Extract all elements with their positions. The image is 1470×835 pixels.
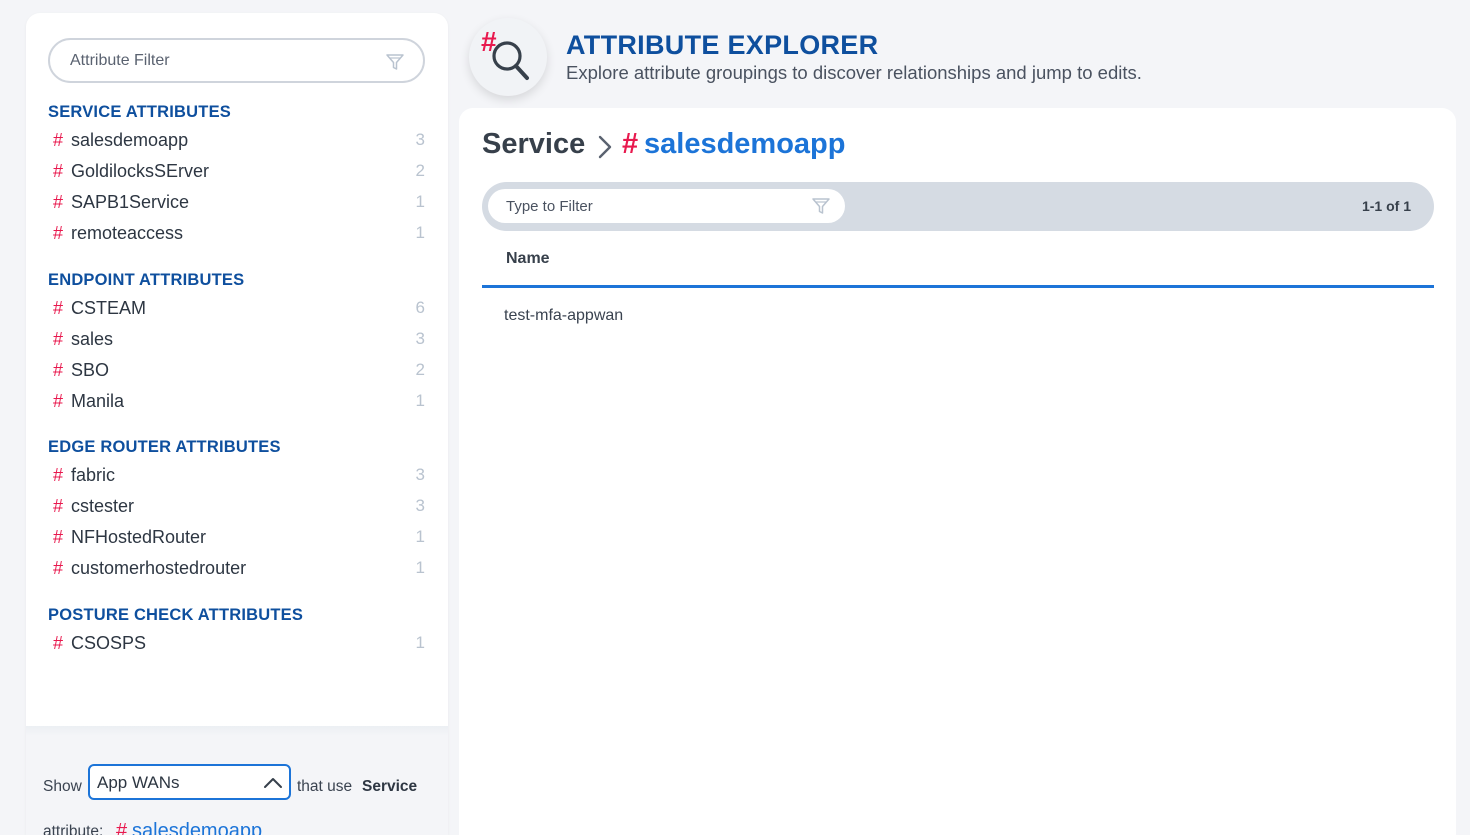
attribute-item[interactable]: # Manila 1 [48,385,426,416]
attribute-item[interactable]: # salesdemoapp 3 [48,124,426,155]
hash-icon: # [53,329,64,349]
table-row[interactable]: test-mfa-appwan [482,298,1434,334]
hash-icon: # [53,223,64,243]
posture-check-attributes-group: POSTURE CHECK ATTRIBUTES # CSOSPS 1 [48,603,426,658]
selected-attribute-name: salesdemoapp [132,820,263,835]
attribute-detail-panel: Service # salesdemoapp 1-1 of 1 Name tes… [459,108,1456,835]
hash-icon: # [481,26,497,57]
hash-icon: # [53,130,64,150]
group-title: EDGE ROUTER ATTRIBUTES [48,438,281,456]
attribute-item[interactable]: # SAPB1Service 1 [48,186,426,217]
attribute-count: 2 [415,161,425,180]
attribute-type-label: Service [362,778,418,795]
table-header: Name [482,246,1434,288]
table-filter-input[interactable] [506,197,796,215]
hash-icon: # [53,633,64,653]
attribute-name: salesdemoapp [71,130,189,150]
attribute-count: 2 [415,360,425,379]
hash-icon: # [116,820,128,835]
sidebar-footer: Show App WANs that use Service attribute… [26,726,448,835]
attribute-name: Manila [71,391,125,411]
attribute-sidebar: SERVICE ATTRIBUTES # salesdemoapp 3 # Go… [26,13,448,835]
attribute-item[interactable]: # CSTEAM 6 [48,292,426,323]
attribute-count: 1 [415,633,425,652]
attribute-count: 1 [415,223,425,242]
funnel-icon[interactable] [385,52,405,72]
pagination-count: 1-1 of 1 [1361,198,1411,214]
page-subtitle: Explore attribute groupings to discover … [566,62,1142,83]
footer-divider [26,726,448,736]
attribute-name: sales [71,329,114,349]
attribute-item[interactable]: # cstester 3 [48,490,426,521]
edge-router-attributes-group: EDGE ROUTER ATTRIBUTES # fabric 3 # cste… [48,435,426,583]
hash-icon: # [622,128,639,160]
chevron-up-icon[interactable] [263,776,283,790]
attribute-count: 1 [415,527,425,546]
show-label: Show [43,778,82,795]
group-title: POSTURE CHECK ATTRIBUTES [48,606,304,624]
attribute-label: attribute: [43,823,104,835]
breadcrumb-attribute: salesdemoapp [644,128,846,160]
column-header-name[interactable]: Name [506,250,550,268]
attribute-count: 3 [415,496,425,515]
attribute-name: fabric [71,465,116,485]
hash-icon: # [53,558,64,578]
hash-icon: # [53,465,64,485]
that-use-label: that use [297,778,353,795]
attribute-item[interactable]: # sales 3 [48,323,426,354]
attribute-item[interactable]: # SBO 2 [48,354,426,385]
attribute-filter-input[interactable] [70,51,370,71]
attribute-explorer-logo: # [469,18,547,96]
attribute-name: customerhostedrouter [71,558,247,578]
table-filter-field[interactable] [488,189,845,223]
attribute-name: SBO [71,360,110,380]
attribute-item[interactable]: # customerhostedrouter 1 [48,552,426,583]
attribute-name: CSTEAM [71,298,147,318]
attribute-count: 3 [415,329,425,348]
group-title: SERVICE ATTRIBUTES [48,103,231,121]
hash-icon: # [53,298,64,318]
attribute-count: 1 [415,391,425,410]
relation-type-value: App WANs [97,773,180,792]
attribute-name: SAPB1Service [71,192,190,212]
attribute-name: CSOSPS [71,633,147,653]
attribute-count: 1 [415,192,425,211]
attribute-count: 3 [415,465,425,484]
table-toolbar: 1-1 of 1 [482,182,1434,231]
chevron-right-icon [598,135,612,159]
attribute-item[interactable]: # NFHostedRouter 1 [48,521,426,552]
attribute-count: 6 [415,298,425,317]
endpoint-attributes-group: ENDPOINT ATTRIBUTES # CSTEAM 6 # sales 3… [48,268,426,416]
attribute-item[interactable]: # GoldilocksSErver 2 [48,155,426,186]
group-title: ENDPOINT ATTRIBUTES [48,271,245,289]
attribute-item[interactable]: # CSOSPS 1 [48,627,426,658]
funnel-icon[interactable] [811,196,831,216]
hash-icon: # [53,192,64,212]
attribute-name: cstester [71,496,135,516]
hash-icon: # [53,360,64,380]
hash-icon: # [53,161,64,181]
row-name-cell[interactable]: test-mfa-appwan [504,307,623,325]
attribute-count: 1 [415,558,425,577]
attribute-name: remoteaccess [71,223,184,243]
page-title: ATTRIBUTE EXPLORER [566,30,879,60]
hash-icon: # [53,527,64,547]
attribute-filter-field[interactable] [48,38,425,83]
attribute-name: GoldilocksSErver [71,161,210,181]
breadcrumb-root[interactable]: Service [482,128,585,161]
attribute-item[interactable]: # remoteaccess 1 [48,217,426,248]
hash-icon: # [53,391,64,411]
hash-icon: # [53,496,64,516]
relation-type-select[interactable]: App WANs [88,764,291,800]
attribute-count: 3 [415,130,425,149]
attribute-item[interactable]: # fabric 3 [48,459,426,490]
service-attributes-group: SERVICE ATTRIBUTES # salesdemoapp 3 # Go… [48,100,426,248]
attribute-name: NFHostedRouter [71,527,207,547]
